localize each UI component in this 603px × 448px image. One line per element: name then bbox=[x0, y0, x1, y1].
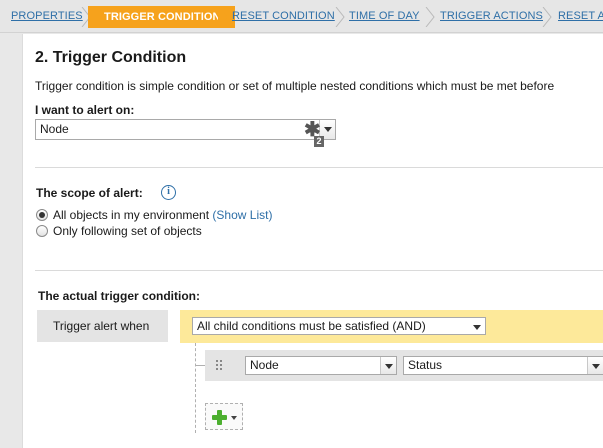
alert-on-label: I want to alert on: bbox=[35, 103, 135, 117]
divider bbox=[35, 270, 603, 271]
tree-connector bbox=[195, 343, 196, 433]
condition-field-select[interactable]: Status bbox=[403, 356, 603, 375]
group-logic-value: All child conditions must be satisfied (… bbox=[197, 319, 426, 333]
condition-object-select[interactable]: Node bbox=[245, 356, 397, 375]
scope-option-all-label: All objects in my environment bbox=[53, 208, 210, 222]
group-logic-select[interactable]: All child conditions must be satisfied (… bbox=[192, 317, 486, 335]
condition-row: Node Status bbox=[205, 350, 603, 381]
wizard-steps: PROPERTIES TRIGGER CONDITION RESET CONDI… bbox=[0, 0, 603, 33]
chevron-down-icon[interactable] bbox=[469, 318, 485, 334]
chevron-down-icon[interactable] bbox=[380, 357, 396, 374]
step-time-of-day[interactable]: TIME OF DAY bbox=[349, 10, 420, 22]
step-properties[interactable]: PROPERTIES bbox=[11, 10, 83, 22]
badge-count: 2 bbox=[314, 136, 324, 147]
alert-on-value: Node bbox=[40, 122, 69, 136]
chevron-down-icon[interactable] bbox=[231, 416, 237, 420]
radio-button[interactable] bbox=[36, 209, 48, 221]
radio-button[interactable] bbox=[36, 225, 48, 237]
divider bbox=[35, 167, 603, 168]
chevron-right-icon bbox=[541, 7, 553, 27]
step-trigger-condition[interactable]: TRIGGER CONDITION bbox=[88, 6, 235, 28]
drag-handle-icon[interactable] bbox=[216, 360, 224, 371]
scope-option-following-label: Only following set of objects bbox=[53, 224, 202, 238]
condition-field-value: Status bbox=[408, 358, 443, 372]
scope-label: The scope of alert: bbox=[36, 186, 143, 200]
condition-object-value: Node bbox=[250, 358, 279, 372]
chevron-down-icon[interactable] bbox=[587, 357, 603, 374]
step-reset-condition[interactable]: RESET CONDITION bbox=[232, 10, 335, 22]
main-panel: 2. Trigger Condition Trigger condition i… bbox=[22, 34, 603, 448]
chevron-right-icon bbox=[424, 7, 436, 27]
trigger-alert-when-label: Trigger alert when bbox=[37, 310, 168, 342]
add-condition-button[interactable] bbox=[205, 403, 243, 430]
info-icon[interactable]: i bbox=[161, 185, 176, 200]
condition-group-bar: All child conditions must be satisfied (… bbox=[180, 310, 603, 343]
alert-on-select[interactable]: Node bbox=[35, 119, 336, 140]
page-title: 2. Trigger Condition bbox=[35, 49, 187, 66]
show-list-link[interactable]: (Show List) bbox=[212, 208, 272, 222]
page-description: Trigger condition is simple condition or… bbox=[35, 79, 555, 93]
step-trigger-actions[interactable]: TRIGGER ACTIONS bbox=[440, 10, 543, 22]
actual-condition-label: The actual trigger condition: bbox=[38, 289, 201, 303]
step-reset-actions[interactable]: RESET A bbox=[558, 10, 603, 22]
chevron-right-icon bbox=[334, 7, 346, 27]
chevron-right-icon bbox=[218, 6, 230, 28]
tree-connector bbox=[195, 365, 205, 366]
